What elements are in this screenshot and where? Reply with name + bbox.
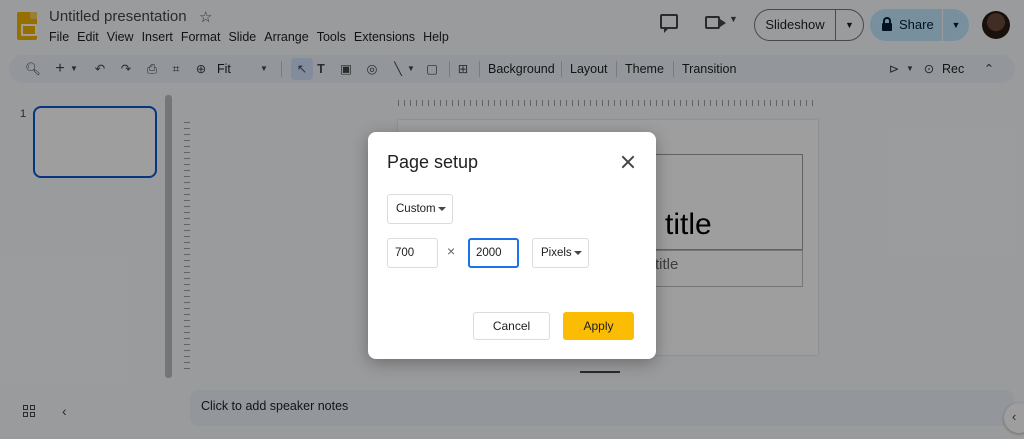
unit-value: Pixels: [541, 247, 572, 259]
apply-button[interactable]: Apply: [563, 312, 634, 340]
width-input[interactable]: 700: [387, 238, 438, 268]
chevron-down-icon: [438, 207, 446, 211]
page-setup-dialog: Page setup Custom 700 × 2000 Pixels Canc…: [368, 132, 656, 359]
chevron-down-icon: [574, 251, 582, 255]
height-input[interactable]: 2000: [468, 238, 519, 268]
dialog-title: Page setup: [387, 152, 479, 172]
cancel-button[interactable]: Cancel: [473, 312, 550, 340]
page-size-preset-select[interactable]: Custom: [387, 194, 453, 224]
unit-select[interactable]: Pixels: [532, 238, 589, 268]
times-icon: ×: [447, 243, 456, 259]
preset-value: Custom: [396, 203, 436, 215]
close-icon[interactable]: [618, 152, 638, 172]
